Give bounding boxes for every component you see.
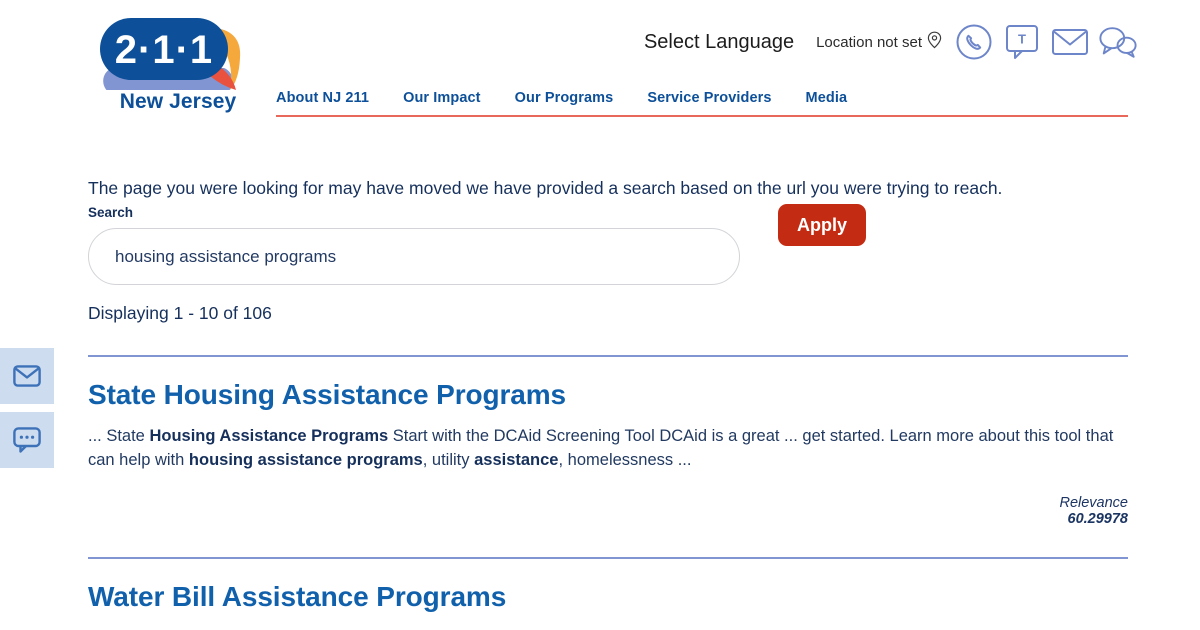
nav-item-service-providers[interactable]: Service Providers (647, 90, 771, 106)
nav-item-our-impact[interactable]: Our Impact (403, 90, 481, 106)
result-spacer (88, 527, 1128, 557)
relevance-value: 60.29978 (1067, 510, 1128, 527)
page-notice: The page you were looking for may have m… (88, 178, 1003, 198)
search-input[interactable] (88, 228, 740, 285)
chat-widget-button[interactable] (0, 412, 54, 468)
utility-icon-group: T (954, 22, 1138, 62)
nav-item-about-nj-211[interactable]: About NJ 211 (276, 90, 369, 106)
nav-item-media[interactable]: Media (806, 90, 848, 106)
search-label: Search (88, 205, 134, 220)
logo-subtitle: New Jersey (119, 90, 237, 113)
email-icon[interactable] (1050, 22, 1090, 62)
apply-button[interactable]: Apply (778, 204, 866, 246)
svg-text:2·1·1: 2·1·1 (115, 28, 213, 72)
result-relevance: Relevance 60.29978 (88, 495, 1128, 527)
chat-icon[interactable] (1098, 22, 1138, 62)
main-navigation: About NJ 211 Our Impact Our Programs Ser… (276, 90, 1128, 117)
map-pin-icon (927, 31, 942, 53)
location-status[interactable]: Location not set (816, 31, 942, 53)
location-label: Location not set (816, 33, 922, 51)
email-widget-button[interactable] (0, 348, 54, 404)
svg-text:T: T (1018, 32, 1026, 47)
nav-item-our-programs[interactable]: Our Programs (515, 90, 614, 106)
result-title-link[interactable]: State Housing Assistance Programs (88, 379, 1128, 411)
result-item-2: Water Bill Assistance Programs (88, 559, 1128, 613)
search-results: State Housing Assistance Programs ... St… (88, 355, 1128, 626)
page-root: 2·1·1 New Jersey Select Language Locatio… (0, 0, 1200, 630)
site-logo[interactable]: 2·1·1 New Jersey (88, 14, 268, 114)
relevance-label: Relevance (1059, 494, 1128, 511)
result-snippet: ... State Housing Assistance Programs St… (88, 427, 1114, 470)
results-count: Displaying 1 - 10 of 106 (88, 303, 272, 323)
utility-bar: Select Language Location not set T (644, 22, 1138, 62)
result-item-1: State Housing Assistance Programs ... St… (88, 357, 1128, 527)
site-header: 2·1·1 New Jersey Select Language Locatio… (0, 0, 1200, 130)
side-widgets (0, 348, 54, 468)
select-language-button[interactable]: Select Language (644, 31, 794, 54)
nav-list: About NJ 211 Our Impact Our Programs Ser… (276, 90, 1128, 115)
chat-dots-icon (13, 427, 41, 453)
envelope-icon (13, 365, 41, 387)
result-title-link[interactable]: Water Bill Assistance Programs (88, 581, 1128, 613)
phone-circle-icon[interactable] (954, 22, 994, 62)
logo-bubble-graphic: 2·1·1 (98, 14, 258, 90)
tty-text-icon[interactable]: T (1002, 22, 1042, 62)
nav-underline (276, 115, 1128, 117)
